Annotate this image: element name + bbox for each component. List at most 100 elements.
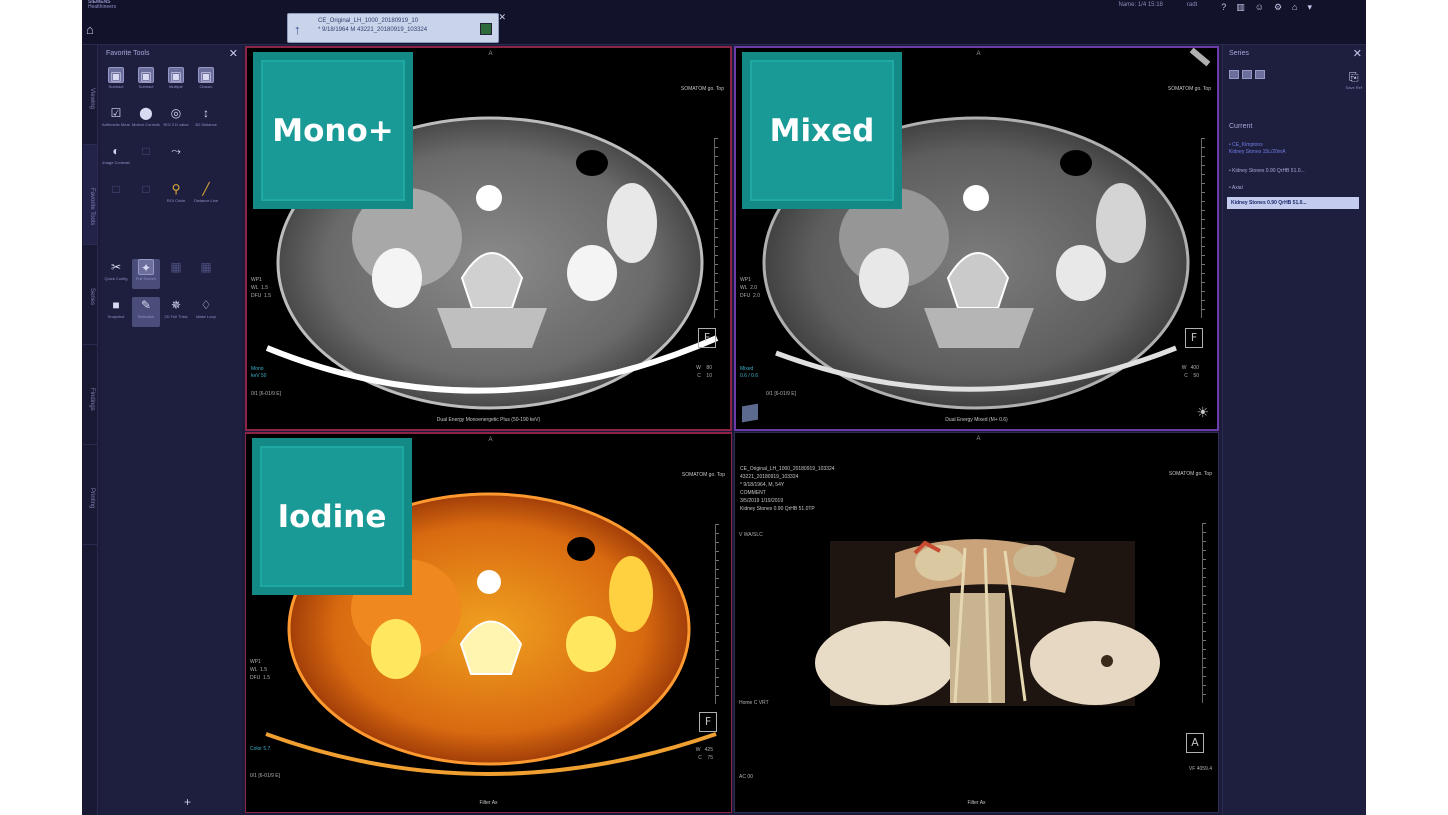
tool-roi-circle[interactable]: ⚲ ROI Circle (162, 181, 190, 211)
favorite-tools-panel: Favorite Tools ✕ ▣ Subtract ▣ Subtract ▣ Mu… (100, 45, 242, 815)
tree-item-axial[interactable]: • Axial (1229, 185, 1361, 191)
close-panel-icon[interactable]: ✕ (229, 47, 238, 60)
user-name: radt (1186, 2, 1198, 8)
viewport-mixed[interactable]: Mixed A SOMATOM go. Top WP1 WL 2.0 DFU 2… (734, 46, 1219, 431)
tab-label: Printing (89, 487, 95, 508)
settings-icon[interactable]: ⚙ (1274, 2, 1282, 13)
top-right-toolbar: Name: 1/4 15:18 radt ? ▥ ☺ ⚙ ⌂ ▾ (1119, 2, 1313, 13)
scale-ruler (715, 524, 719, 704)
orientation-box: F (698, 328, 716, 348)
badge-label: Mixed (769, 112, 875, 149)
vrt-bottom-left: AC 00 (739, 774, 753, 780)
tool-image-contrast[interactable]: ◐ Image Contrast (102, 143, 130, 173)
tab-printing[interactable]: Printing (83, 445, 97, 545)
tab-favorite-tools[interactable]: Favorite Tools (83, 145, 97, 245)
options-icon[interactable] (1255, 70, 1265, 79)
tool-curve[interactable]: ⤳ (162, 143, 190, 173)
distance-line-icon: ╱ (202, 182, 210, 196)
viewport-mono-plus[interactable]: Mono+ A SOMATOM go. Top WP1 WL 1.5 DFU 1… (245, 46, 732, 431)
classic-icon: ▣ (198, 67, 214, 83)
slice-info: 0/1 [6-01/9 E] (766, 391, 797, 397)
slice-info: 0/1 [6-01/9 E] (251, 391, 282, 397)
tree-item-series[interactable]: • Kidney Stones 0.90 QrHB 51.0... (1229, 168, 1361, 174)
orientation-marker: A (976, 436, 981, 442)
top-status-text: Name: 1/4 15:18 (1118, 2, 1163, 8)
tree-item-study[interactable]: • CE_Kimptons (1229, 142, 1361, 148)
full-screen-icon: ✦ (138, 259, 154, 275)
orientation-marker: A (488, 51, 493, 57)
tool-subtract-2[interactable]: ▣ Subtract (132, 67, 160, 97)
tab-label: Series (89, 287, 95, 305)
series-tab[interactable]: ↑ CE_Original_LH_1000_20180919_10 * 9/18… (287, 12, 506, 43)
disabled-tool-icon: □ (142, 144, 150, 158)
add-tool-button[interactable]: + (184, 795, 191, 809)
dropdown-icon[interactable]: ▾ (1307, 2, 1312, 13)
tool-snapshot[interactable]: ■ Snapshot (102, 297, 130, 327)
view-options (1229, 70, 1265, 79)
tool-multiple[interactable]: ▣ Multiple (162, 67, 190, 97)
help-icon[interactable]: ? (1221, 2, 1226, 13)
vertical-tab-bar: Viewing Favorite Tools Series Findings P… (82, 45, 98, 815)
mixed-badge: Mixed (742, 52, 902, 209)
close-panel-icon[interactable]: ✕ (1353, 47, 1362, 60)
favorite-tools-title: Favorite Tools (106, 50, 150, 57)
tool-roi-3d[interactable]: ◎ ROI 3 D value (162, 105, 190, 135)
tool-3d-distance[interactable]: ↕ 3D Distance (192, 105, 220, 135)
tool-motion-correction[interactable]: ⬤Motion Correction (132, 105, 160, 135)
list-view-icon[interactable] (1242, 70, 1252, 79)
save-ref-button[interactable]: ⎘ Save Ref (1346, 70, 1362, 90)
home-nav-icon[interactable]: ⌂ (1292, 2, 1297, 13)
brand-logo: SIEMENS Healthineers (88, 0, 116, 10)
tab-label: Viewing (89, 87, 95, 109)
tree-item-selected[interactable]: Kidney Stones 0.90 QrHB 51.0... (1227, 197, 1359, 209)
tree-item-study-sub[interactable]: Kidney Stones 15L/20mA (1229, 149, 1361, 155)
orientation-box: A (1186, 733, 1204, 753)
vrt-info-secondary: V WA/SLC (739, 532, 763, 538)
close-tab-icon[interactable]: ✕ (498, 12, 506, 23)
tool-subtract[interactable]: ▣ Subtract (102, 67, 130, 97)
top-bar: SIEMENS Healthineers ⌂ ↑ CE_Original_LH_… (82, 0, 1366, 45)
tool-disabled: □ (102, 181, 130, 211)
patient-study-info: CE_Original_LH_1000_20180919_103324 4322… (740, 466, 835, 512)
tool-2d-full-thick[interactable]: ✵ 2D Full Thick (162, 297, 190, 327)
brand-subname: Healthineers (88, 4, 117, 10)
tab-series[interactable]: Series (83, 245, 97, 345)
window-level: W 425 C 75 (695, 747, 713, 761)
window-info: WP1 WL 1.5 DFU 1.5 (251, 277, 272, 299)
window-info: WP1 WL 2.0 DFU 2.0 (740, 277, 761, 299)
full-thick-icon: ✵ (170, 298, 182, 312)
series-panel: Series ✕ ⎘ Save Ref Current • CE_Kimptons… (1222, 45, 1366, 815)
preset-label: Home C VRT (739, 700, 769, 706)
tool-arithmetic-mean[interactable]: ☑ Arithmetic Mean (102, 105, 130, 135)
tool-distance-line[interactable]: ╱ Distance Line (192, 181, 220, 211)
tool-quick-config[interactable]: ✂ Quick Config (102, 259, 130, 289)
roi-3d-icon: ◎ (170, 106, 182, 120)
reconstruction-label: Dual Energy Mixed (M+ 0.6) (945, 417, 1008, 423)
vrt-bottom-right: VF 4059.4 (1188, 766, 1212, 772)
grid-view-icon[interactable] (1229, 70, 1239, 79)
viewport-iodine[interactable]: Iodine A SOMATOM go. Top WP1 WL 1.5 DFU … (245, 432, 732, 813)
tool-classic[interactable]: ▣ Classic (192, 67, 220, 97)
viewport-volume-rendering[interactable]: A SOMATOM go. Top CE_Original_LH_1000_20… (734, 432, 1219, 813)
home-icon[interactable]: ⌂ (86, 22, 102, 38)
selection-icon: ✎ (140, 298, 152, 312)
current-heading: Current (1229, 123, 1253, 130)
mode-info: Mono keV 50 (251, 366, 267, 379)
tool-make-loop[interactable]: ♢ Make Loop (192, 297, 220, 327)
user-icon[interactable]: ☺ (1255, 2, 1264, 13)
image-contrast-icon: ◐ (112, 144, 120, 158)
disabled-tool-icon: ▦ (200, 260, 212, 274)
tool-selection[interactable]: ✎ Selection (132, 297, 160, 327)
layout-icon[interactable]: ▥ (1236, 2, 1245, 13)
series-tab-line1: CE_Original_LH_1000_20180919_10 (318, 18, 419, 24)
upload-arrow-icon: ↑ (294, 22, 301, 37)
tool-full-screen[interactable]: ✦ Full Screen (132, 259, 160, 289)
tab-findings[interactable]: Findings (83, 345, 97, 445)
tab-viewing[interactable]: Viewing (83, 45, 97, 145)
reconstruction-label: Filter Ax (479, 800, 498, 806)
scanner-label: SOMATOM go. Top (1168, 471, 1212, 477)
scanner-label: SOMATOM go. Top (1167, 86, 1211, 92)
roi-circle-icon: ⚲ (171, 182, 181, 196)
camera-icon: ■ (112, 298, 120, 312)
subtract-icon: ▣ (138, 67, 154, 83)
